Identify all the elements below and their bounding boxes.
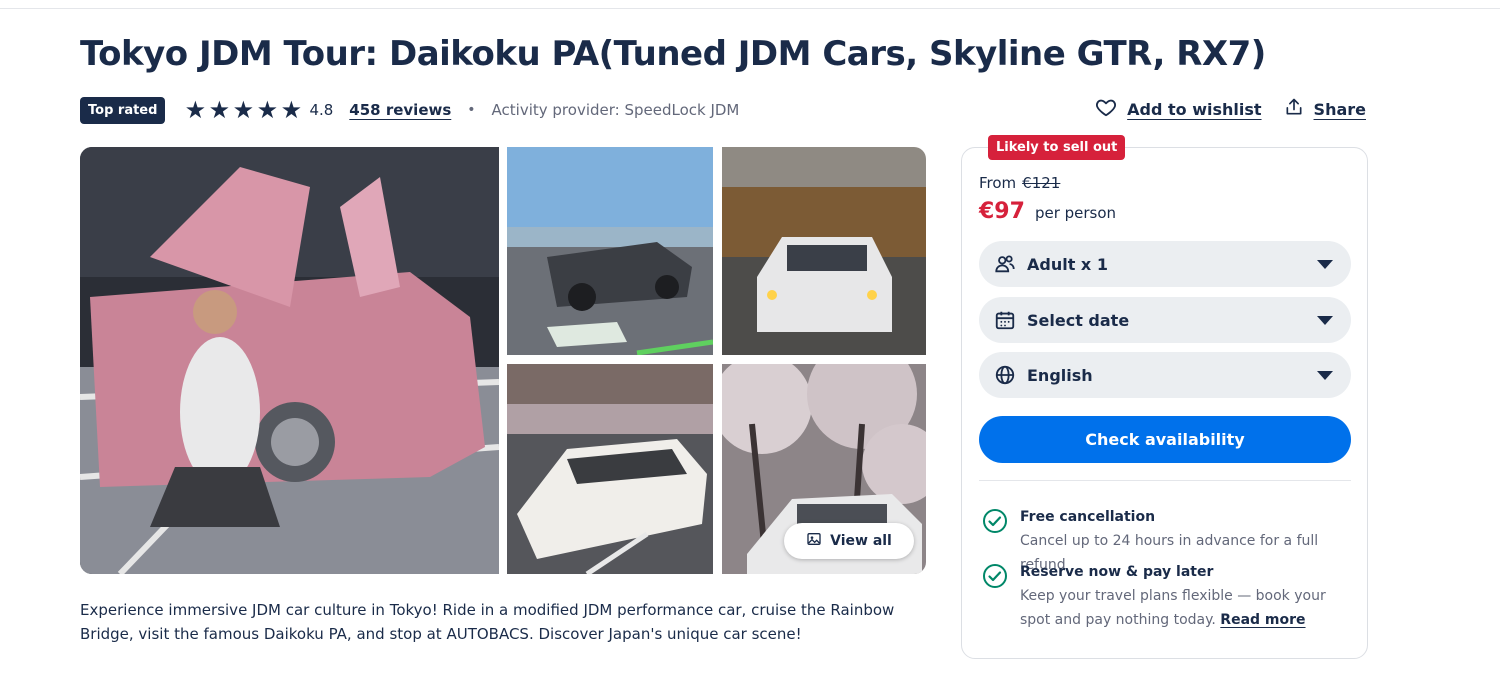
feature-description: Keep your travel plans flexible — book y…: [1020, 584, 1352, 632]
star-icon: ★: [184, 96, 207, 124]
gallery-photo[interactable]: [722, 147, 926, 355]
wishlist-label: Add to wishlist: [1127, 99, 1262, 119]
language-select[interactable]: English: [979, 352, 1351, 398]
share-button[interactable]: Share: [1284, 97, 1366, 121]
gallery-photo[interactable]: [507, 364, 713, 574]
activity-meta: Top rated ★ ★ ★ ★ ★ 4.8 458 reviews • Ac…: [80, 95, 739, 125]
check-availability-button[interactable]: Check availability: [979, 416, 1351, 463]
people-icon: [993, 252, 1017, 276]
from-label: From: [979, 174, 1017, 192]
gallery-photo[interactable]: [507, 147, 713, 355]
star-icon: ★: [208, 96, 231, 124]
chevron-down-icon: [1317, 370, 1333, 380]
star-icon: ★: [256, 96, 279, 124]
page-actions: Add to wishlist Share: [1095, 96, 1366, 122]
calendar-icon: [993, 308, 1017, 332]
check-circle-icon: [982, 508, 1008, 534]
price-from: From €121: [979, 174, 1060, 192]
activity-description: Experience immersive JDM car culture in …: [80, 601, 895, 643]
feature-title: Reserve now & pay later: [1020, 564, 1214, 580]
share-label: Share: [1313, 99, 1366, 119]
view-all-label: View all: [830, 533, 892, 549]
language-value: English: [1027, 365, 1093, 385]
price-unit: per person: [1034, 204, 1117, 222]
card-divider: [979, 480, 1351, 481]
date-select[interactable]: Select date: [979, 297, 1351, 343]
chevron-down-icon: [1317, 315, 1333, 325]
activity-provider: Activity provider: SpeedLock JDM: [491, 101, 740, 119]
booking-card: Likely to sell out From €121 €97 per pers…: [961, 135, 1368, 659]
feature-title: Free cancellation: [1020, 509, 1156, 525]
view-all-photos-button[interactable]: View all: [784, 523, 914, 559]
price-amount: €97: [979, 199, 1025, 224]
star-icon: ★: [280, 96, 303, 124]
likely-to-sell-out-badge: Likely to sell out: [988, 135, 1126, 160]
original-price: €121: [1022, 174, 1061, 192]
participants-select[interactable]: Adult x 1: [979, 241, 1351, 287]
star-rating: ★ ★ ★ ★ ★: [183, 98, 303, 122]
share-icon: [1284, 97, 1304, 121]
check-circle-icon: [982, 563, 1008, 589]
date-value: Select date: [1027, 310, 1130, 330]
add-to-wishlist-button[interactable]: Add to wishlist: [1095, 96, 1262, 122]
rating-value: 4.8: [309, 101, 334, 119]
meta-separator: •: [467, 102, 476, 118]
star-icon: ★: [232, 96, 255, 124]
participants-value: Adult x 1: [1027, 254, 1108, 274]
globe-icon: [993, 363, 1017, 387]
reviews-link[interactable]: 458 reviews: [349, 101, 451, 119]
gallery-main-photo[interactable]: [80, 147, 499, 574]
header-divider: [0, 8, 1500, 9]
photo-gallery: View all: [80, 147, 926, 574]
reserve-now-pay-later-feature: Reserve now & pay later Keep your travel…: [982, 563, 1352, 632]
page-title: Tokyo JDM Tour: Daikoku PA(Tuned JDM Car…: [80, 34, 1266, 74]
chevron-down-icon: [1317, 259, 1333, 269]
top-rated-badge: Top rated: [80, 96, 166, 124]
current-price: €97 per person: [979, 199, 1116, 224]
read-more-link[interactable]: Read more: [1220, 612, 1305, 628]
heart-icon: [1095, 96, 1117, 122]
image-icon: [806, 531, 822, 551]
